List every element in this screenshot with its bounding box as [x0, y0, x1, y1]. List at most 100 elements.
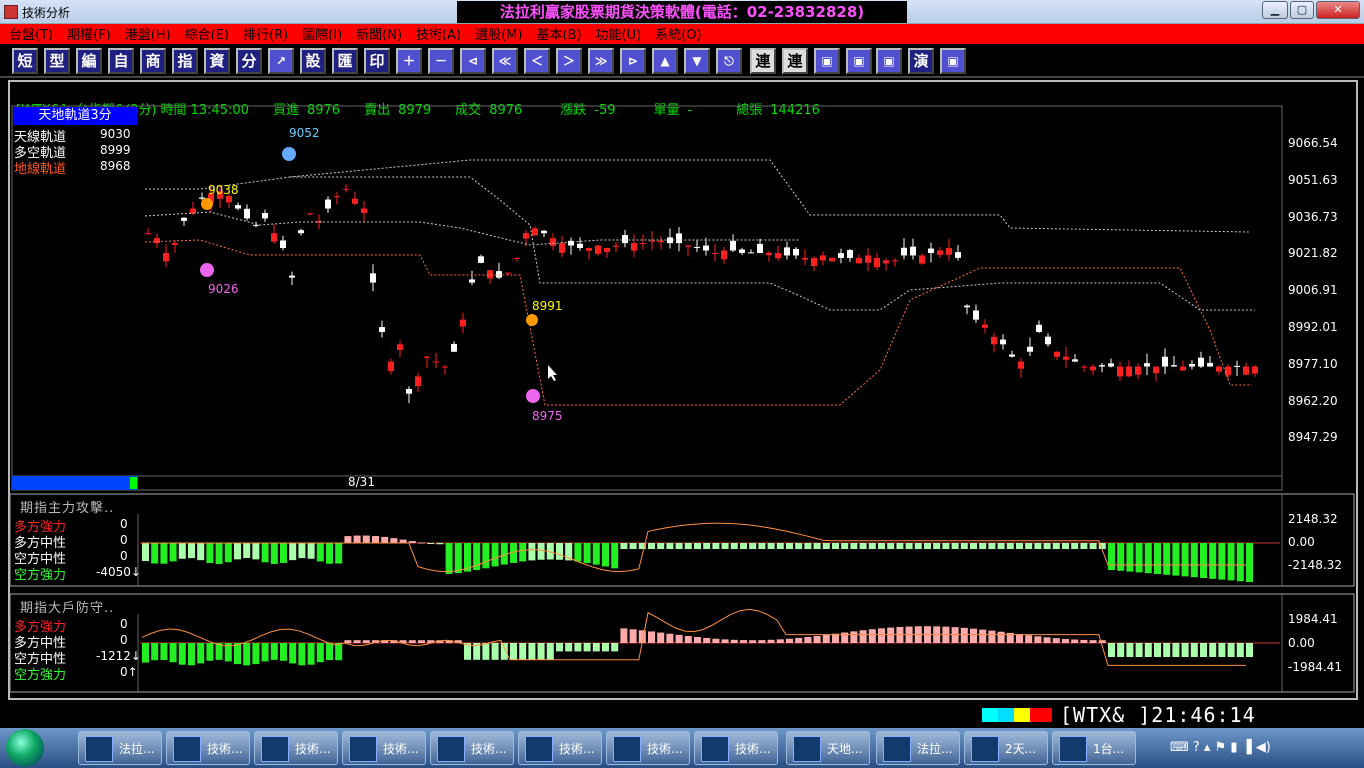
taskbar-item-4[interactable]: 技術... — [430, 731, 514, 765]
sub1-bar — [1089, 543, 1097, 549]
candle-body — [874, 257, 880, 268]
taskbar-item-8[interactable]: 天地... — [786, 731, 870, 765]
sub1-bar — [602, 543, 609, 567]
candle-body — [946, 248, 952, 255]
taskbar-item-5[interactable]: 技術... — [518, 731, 602, 765]
sub2-bar — [1071, 639, 1079, 643]
sub1-bar — [933, 543, 941, 549]
sub2-bar — [887, 627, 895, 643]
low-annotation: 9026 — [208, 282, 239, 296]
sub2-bar — [326, 643, 333, 661]
sub1-bar — [326, 543, 333, 564]
sub1-bar — [372, 536, 379, 543]
sub1-bar — [776, 543, 784, 549]
candle-body — [496, 271, 502, 278]
sub2-bar — [206, 643, 214, 661]
start-button[interactable] — [6, 729, 44, 767]
sub1-bar — [1108, 543, 1115, 570]
sub2-bar — [804, 636, 812, 643]
main-ytick-4: 9006.91 — [1288, 283, 1338, 298]
sub1-bar — [353, 535, 361, 543]
taskbar-item-0[interactable]: 法拉... — [78, 731, 162, 765]
candle-body — [1072, 359, 1078, 362]
taskbar-item-1[interactable]: 技術... — [166, 731, 250, 765]
status-color-blue — [998, 708, 1014, 722]
sub1-bar — [1135, 543, 1143, 573]
sub1-title: 期指主力攻擊.. — [20, 501, 115, 516]
sub2-bar — [758, 640, 766, 643]
sub1-bar — [151, 543, 159, 564]
sub2-ytick-2: -1984.41 — [1288, 660, 1342, 674]
sub2-bar — [740, 640, 747, 643]
sub1-bar — [188, 543, 195, 559]
sub1-bar — [611, 543, 619, 569]
taskbar-item-10[interactable]: 2天... — [964, 731, 1048, 765]
taskbar-item-6[interactable]: 技術... — [606, 731, 690, 765]
main-ytick-3: 9021.82 — [1288, 246, 1338, 261]
sub1-bar — [1052, 543, 1060, 549]
candle-body — [172, 243, 178, 245]
sub1-bar — [537, 543, 545, 560]
sub1-bar — [988, 543, 996, 549]
sub1-bar — [666, 543, 674, 549]
candle-body — [487, 270, 493, 279]
sub2-bar — [620, 628, 628, 643]
buy-marker-icon-2 — [526, 389, 540, 403]
system-tray[interactable]: ⌨ ? ▴ ⚑ ▮ ▐ ◀) — [1170, 740, 1271, 755]
sub1-bar — [924, 543, 931, 549]
candle-body — [1252, 366, 1258, 374]
candle-body — [1180, 366, 1186, 371]
sub1-bar — [224, 543, 232, 563]
taskbar-item-2[interactable]: 技術... — [254, 731, 338, 765]
sub2-value-2: -1212↓ — [96, 649, 141, 663]
taskbar-item-7[interactable]: 技術... — [694, 731, 778, 765]
sub1-bar — [335, 543, 343, 564]
taskbar-item-9[interactable]: 法拉... — [876, 731, 960, 765]
sub1-bar — [142, 543, 149, 561]
sub1-bar — [1117, 543, 1125, 571]
sub1-frame — [9, 493, 1355, 587]
sub2-bar — [1025, 635, 1033, 643]
task-app-icon — [613, 736, 641, 762]
sub1-bar — [592, 543, 600, 565]
sub2-bar — [813, 635, 821, 643]
sub2-bar — [822, 634, 830, 643]
mark-dot-icon — [201, 198, 213, 210]
buy-marker-icon — [200, 263, 214, 277]
sub2-bar — [1181, 643, 1189, 657]
sub1-bar — [381, 536, 389, 543]
candle-body — [991, 336, 997, 345]
sub1-bar — [1071, 543, 1079, 549]
candle-body — [433, 361, 439, 363]
task-app-icon — [437, 736, 465, 762]
sub2-bar — [270, 643, 278, 660]
candle-body — [982, 324, 988, 328]
sub2-bar — [721, 639, 729, 643]
taskbar-item-11[interactable]: 1台... — [1052, 731, 1136, 765]
candle-body — [1126, 366, 1132, 377]
chart-canvas[interactable]: 9052 9026 8975 8991 9038 — [0, 0, 1364, 702]
task-app-icon — [1059, 736, 1087, 762]
sub2-bar — [703, 637, 711, 643]
sub2-bar — [1190, 643, 1198, 657]
main-value-2: 8968 — [100, 159, 131, 173]
task-app-icon — [793, 736, 821, 762]
sub1-bar — [749, 543, 757, 549]
candle-body — [1036, 324, 1042, 332]
taskbar-label-4: 技術... — [471, 742, 507, 756]
taskbar-item-3[interactable]: 技術... — [342, 731, 426, 765]
candle-body — [1009, 354, 1015, 357]
main-ytick-5: 8992.01 — [1288, 320, 1338, 334]
sub1-bar — [280, 543, 287, 563]
sub1-bar — [960, 543, 968, 549]
sub2-bar — [694, 637, 701, 643]
candle-body — [1099, 365, 1105, 367]
scroll-thumb[interactable] — [12, 476, 138, 490]
sub2-bar — [1163, 643, 1171, 657]
taskbar-label-8: 天地... — [827, 742, 863, 756]
taskbar-label-9: 法拉... — [917, 742, 953, 756]
sub1-bar — [234, 543, 241, 560]
sub1-bar — [648, 543, 655, 549]
sub2-bar — [1126, 643, 1134, 657]
candle-body — [379, 327, 385, 332]
